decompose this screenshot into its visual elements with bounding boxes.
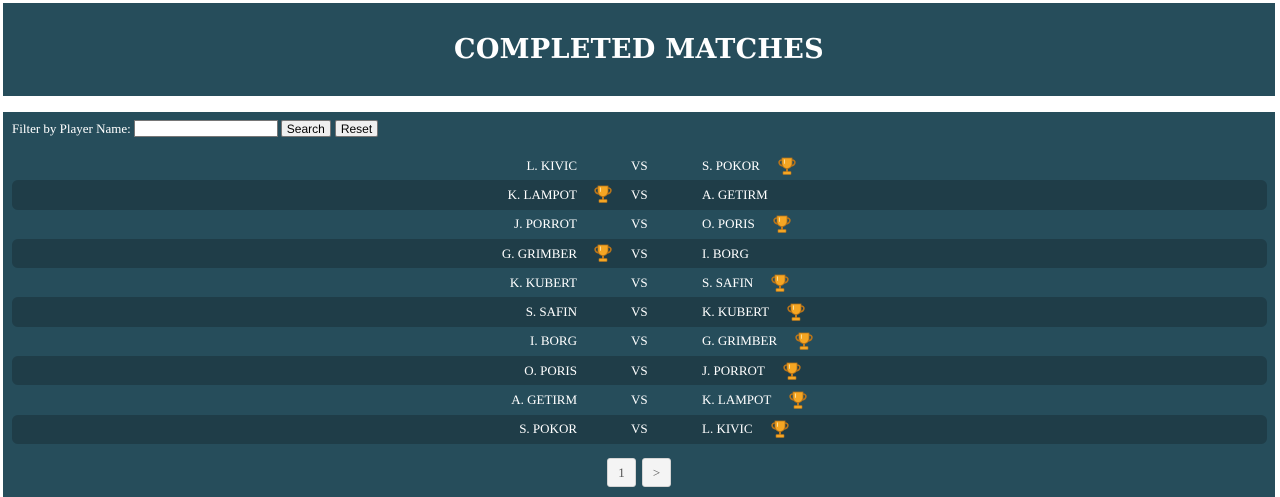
vs-label: VS (631, 186, 648, 202)
trophy-icon (787, 390, 809, 410)
player1-name: O. PORIS (524, 362, 577, 378)
player2-cell: K. KUBERT (702, 297, 807, 326)
page-title: COMPLETED MATCHES (454, 34, 824, 65)
match-row: S. SAFIN VS K. KUBERT (12, 297, 1267, 327)
player1-name: L. KIVIC (526, 157, 577, 173)
vs-label: VS (631, 333, 648, 349)
page-header: COMPLETED MATCHES (3, 3, 1275, 96)
player1-name: K. KUBERT (509, 274, 577, 290)
match-row: K. KUBERT VS S. SAFIN (12, 268, 1267, 297)
vs-label: VS (631, 362, 648, 378)
player2-name: G. GRIMBER (702, 333, 778, 349)
match-row: I. BORG VS G. GRIMBER (12, 327, 1267, 356)
player2-name: J. PORROT (702, 362, 765, 378)
player2-name: S. SAFIN (702, 274, 754, 290)
match-list: L. KIVIC VS S. POKOR K. LAMPOT VS A. GETIRM J.… (12, 151, 1267, 444)
player1-name: J. PORROT (514, 216, 577, 232)
filter-label: Filter by Player Name: (12, 120, 131, 136)
player2-name: K. LAMPOT (702, 392, 772, 408)
page-1-button[interactable]: 1 (607, 458, 636, 487)
player2-cell: S. SAFIN (702, 268, 791, 297)
player2-name: L. KIVIC (702, 421, 753, 437)
player1-name: S. SAFIN (525, 304, 577, 320)
player1-name: A. GETIRM (511, 392, 577, 408)
trophy-icon (592, 184, 614, 204)
player2-name: S. POKOR (702, 157, 760, 173)
player2-cell: A. GETIRM (702, 180, 768, 209)
player2-name: I. BORG (702, 245, 749, 261)
search-button[interactable]: Search (280, 120, 331, 137)
vs-label: VS (631, 274, 648, 290)
match-row: G. GRIMBER VS I. BORG (12, 238, 1267, 269)
player-name-input[interactable] (133, 120, 278, 137)
player2-name: O. PORIS (702, 216, 755, 232)
player1-name: S. POKOR (519, 421, 577, 437)
matches-panel: Filter by Player Name: Search Reset L. K… (3, 112, 1275, 497)
vs-label: VS (631, 157, 648, 173)
trophy-icon (769, 273, 791, 293)
player2-name: A. GETIRM (702, 186, 768, 202)
player1-name: I. BORG (530, 333, 577, 349)
player2-cell: J. PORROT (702, 356, 803, 385)
match-row: O. PORIS VS J. PORROT (12, 356, 1267, 386)
trophy-icon (771, 214, 793, 234)
trophy-icon (793, 331, 815, 351)
match-row: A. GETIRM VS K. LAMPOT (12, 385, 1267, 414)
vs-label: VS (631, 216, 648, 232)
vs-label: VS (631, 245, 648, 261)
player2-cell: G. GRIMBER (702, 327, 815, 356)
player2-cell: O. PORIS (702, 210, 793, 239)
next-page-button[interactable]: > (642, 458, 671, 487)
match-row: K. LAMPOT VS A. GETIRM (12, 180, 1267, 210)
player2-cell: L. KIVIC (702, 415, 791, 444)
filter-bar: Filter by Player Name: Search Reset (12, 120, 382, 137)
match-row: S. POKOR VS L. KIVIC (12, 414, 1267, 444)
reset-button[interactable]: Reset (334, 120, 379, 137)
player2-cell: K. LAMPOT (702, 385, 809, 414)
player2-cell: I. BORG (702, 239, 749, 268)
trophy-icon (785, 302, 807, 322)
trophy-icon (781, 361, 803, 381)
vs-label: VS (631, 304, 648, 320)
vs-label: VS (631, 392, 648, 408)
trophy-icon (776, 156, 798, 176)
trophy-icon (592, 243, 614, 263)
match-row: L. KIVIC VS S. POKOR (12, 151, 1267, 180)
match-row: J. PORROT VS O. PORIS (12, 210, 1267, 239)
pagination: 1 > (607, 458, 677, 487)
vs-label: VS (631, 421, 648, 437)
player2-name: K. KUBERT (702, 304, 770, 320)
trophy-icon (769, 419, 791, 439)
player1-name: G. GRIMBER (501, 245, 577, 261)
player1-name: K. LAMPOT (507, 186, 577, 202)
player2-cell: S. POKOR (702, 151, 798, 180)
